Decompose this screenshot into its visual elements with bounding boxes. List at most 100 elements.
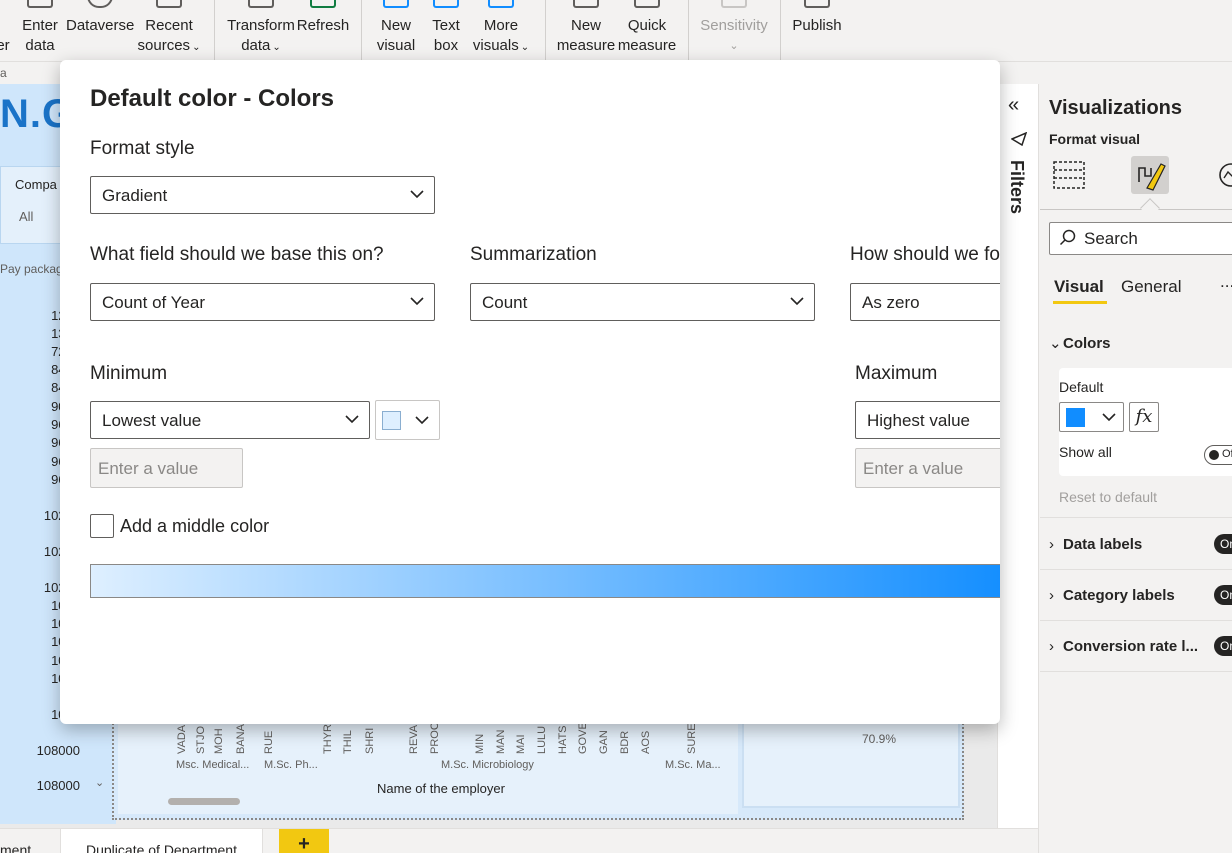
chevron-down-icon	[410, 297, 424, 306]
add-middle-color-label: Add a middle color	[120, 516, 270, 536]
active-tab-underline	[1053, 301, 1107, 304]
chevron-down-icon	[790, 297, 804, 306]
x-axis-tick-label: RUE	[263, 730, 275, 754]
page-tab-department[interactable]: ment	[0, 829, 31, 853]
base-field-label: What field should we base this on?	[90, 244, 384, 265]
section-divider	[1040, 671, 1232, 672]
x-axis-tick-label: GOVE	[577, 722, 589, 754]
format-search-input[interactable]: Search	[1049, 222, 1232, 255]
pay-package-value: 108000	[36, 743, 80, 758]
toggle-knob	[1209, 450, 1219, 460]
card-visual[interactable]	[742, 718, 960, 808]
x-axis-tick-label: GAN	[598, 730, 610, 754]
calculator-icon	[573, 0, 599, 8]
collapse-panes-icon[interactable]: «	[1008, 94, 1019, 117]
color-swatch	[382, 411, 401, 430]
x-axis-tick-label: STJO	[195, 725, 207, 754]
colors-section-header[interactable]: ⌄Colors	[1049, 334, 1111, 352]
ribbon-group-label: a	[0, 66, 7, 80]
ribbon-separator	[688, 0, 689, 60]
conditional-formatting-fx-button[interactable]: fx	[1129, 402, 1159, 432]
analytics-icon[interactable]	[1212, 156, 1232, 194]
page-tab-duplicate-of-department[interactable]: Duplicate of Department	[60, 829, 263, 853]
show-all-toggle[interactable]: Off	[1204, 445, 1232, 465]
maximum-dropdown[interactable]: Highest value	[855, 401, 1000, 439]
x-axis-title: Name of the employer	[377, 781, 505, 796]
blank-values-label: How should we format blank values?	[850, 244, 1000, 265]
ribbon: er Enter data Dataverse Recent sources ⌄ …	[0, 0, 1232, 80]
x-axis-tick-label: MOH	[213, 728, 225, 754]
x-axis-tick-label: MAN	[495, 729, 507, 754]
sensitivity-icon	[721, 0, 747, 8]
conversion-rate-toggle[interactable]: On	[1214, 636, 1232, 656]
base-field-dropdown[interactable]: Count of Year	[90, 283, 435, 321]
horizontal-scrollbar[interactable]	[168, 798, 240, 805]
page-tabs: ment Duplicate of Department	[0, 828, 1038, 853]
x-axis-tick-label: THIL	[342, 730, 354, 754]
conversion-rate-section-header[interactable]: › Conversion rate l...	[1049, 638, 1198, 655]
table-column-header: Pay packag	[0, 262, 63, 276]
chevron-down-icon: ⌄	[272, 42, 281, 53]
chevron-down-icon	[415, 416, 429, 425]
add-page-button[interactable]: +	[279, 829, 329, 853]
chevron-down-icon: ⌄	[520, 42, 530, 53]
paintbrush-icon	[1138, 163, 1166, 191]
blank-values-dropdown[interactable]: As zero	[850, 283, 1000, 321]
minimum-value-input[interactable]: Enter a value	[90, 448, 243, 488]
scroll-down-icon[interactable]: ⌄	[95, 776, 104, 789]
x-axis-tick-label: SHRI	[364, 727, 376, 754]
publish-icon	[804, 0, 830, 8]
company-slicer[interactable]: Compa All	[0, 166, 64, 244]
summarization-label: Summarization	[470, 244, 597, 265]
filters-label[interactable]: Filters	[1006, 160, 1027, 214]
default-color-picker[interactable]	[1059, 402, 1124, 432]
tab-visual[interactable]: Visual	[1054, 277, 1104, 297]
x-axis-tick-label: THYR	[322, 724, 334, 754]
more-visuals-icon	[488, 0, 514, 8]
ribbon-separator	[361, 0, 362, 60]
build-visual-icon[interactable]	[1050, 156, 1088, 194]
data-labels-section-header[interactable]: › Data labels	[1049, 536, 1142, 553]
text-box-icon	[433, 0, 459, 8]
chevron-right-icon: ›	[1049, 536, 1054, 553]
dataverse-icon	[87, 0, 113, 8]
slicer-value[interactable]: All	[19, 209, 33, 224]
pay-package-value: 108000	[36, 778, 80, 793]
category-labels-section-header[interactable]: › Category labels	[1049, 587, 1175, 604]
section-divider	[1040, 569, 1232, 570]
add-middle-color-checkbox[interactable]	[90, 514, 114, 538]
calculator-icon	[634, 0, 660, 8]
section-divider	[1040, 517, 1232, 518]
chevron-down-icon	[1102, 413, 1116, 422]
x-axis-tick-label: BANA	[235, 724, 247, 754]
more-tabs-button[interactable]: ...	[1220, 272, 1232, 292]
refresh-icon	[310, 0, 336, 8]
chevron-down-icon: ⌄	[192, 42, 201, 53]
format-style-dropdown[interactable]: Gradient	[90, 176, 435, 214]
category-labels-toggle[interactable]: On	[1214, 585, 1232, 605]
tab-general[interactable]: General	[1121, 277, 1181, 297]
x-axis-tick-label: PROC	[429, 722, 441, 754]
format-style-label: Format style	[90, 138, 195, 159]
minimum-color-picker[interactable]	[375, 400, 440, 440]
x-axis-tick-label: SURE	[686, 723, 698, 754]
group-label: M.Sc. Microbiology	[441, 759, 534, 771]
summarization-dropdown[interactable]: Count	[470, 283, 815, 321]
chevron-right-icon: ›	[1049, 587, 1054, 604]
filter-icon	[1011, 132, 1027, 146]
pane-divider	[1040, 209, 1232, 210]
ribbon-separator	[545, 0, 546, 60]
transform-icon	[248, 0, 274, 8]
default-color-label: Default	[1059, 379, 1104, 395]
chevron-down-icon	[410, 190, 424, 199]
reset-to-default-link[interactable]: Reset to default	[1059, 489, 1157, 505]
clock-icon	[156, 0, 182, 8]
x-axis-tick-label: VADA	[176, 724, 188, 754]
minimum-dropdown[interactable]: Lowest value	[90, 401, 370, 439]
ribbon-separator	[214, 0, 215, 60]
x-axis-tick-label: LULU	[536, 725, 548, 754]
group-label: Msc. Medical...	[176, 759, 250, 771]
maximum-value-input[interactable]: Enter a value	[855, 448, 1000, 488]
slicer-title: Compa	[15, 177, 57, 192]
data-labels-toggle[interactable]: On	[1214, 534, 1232, 554]
